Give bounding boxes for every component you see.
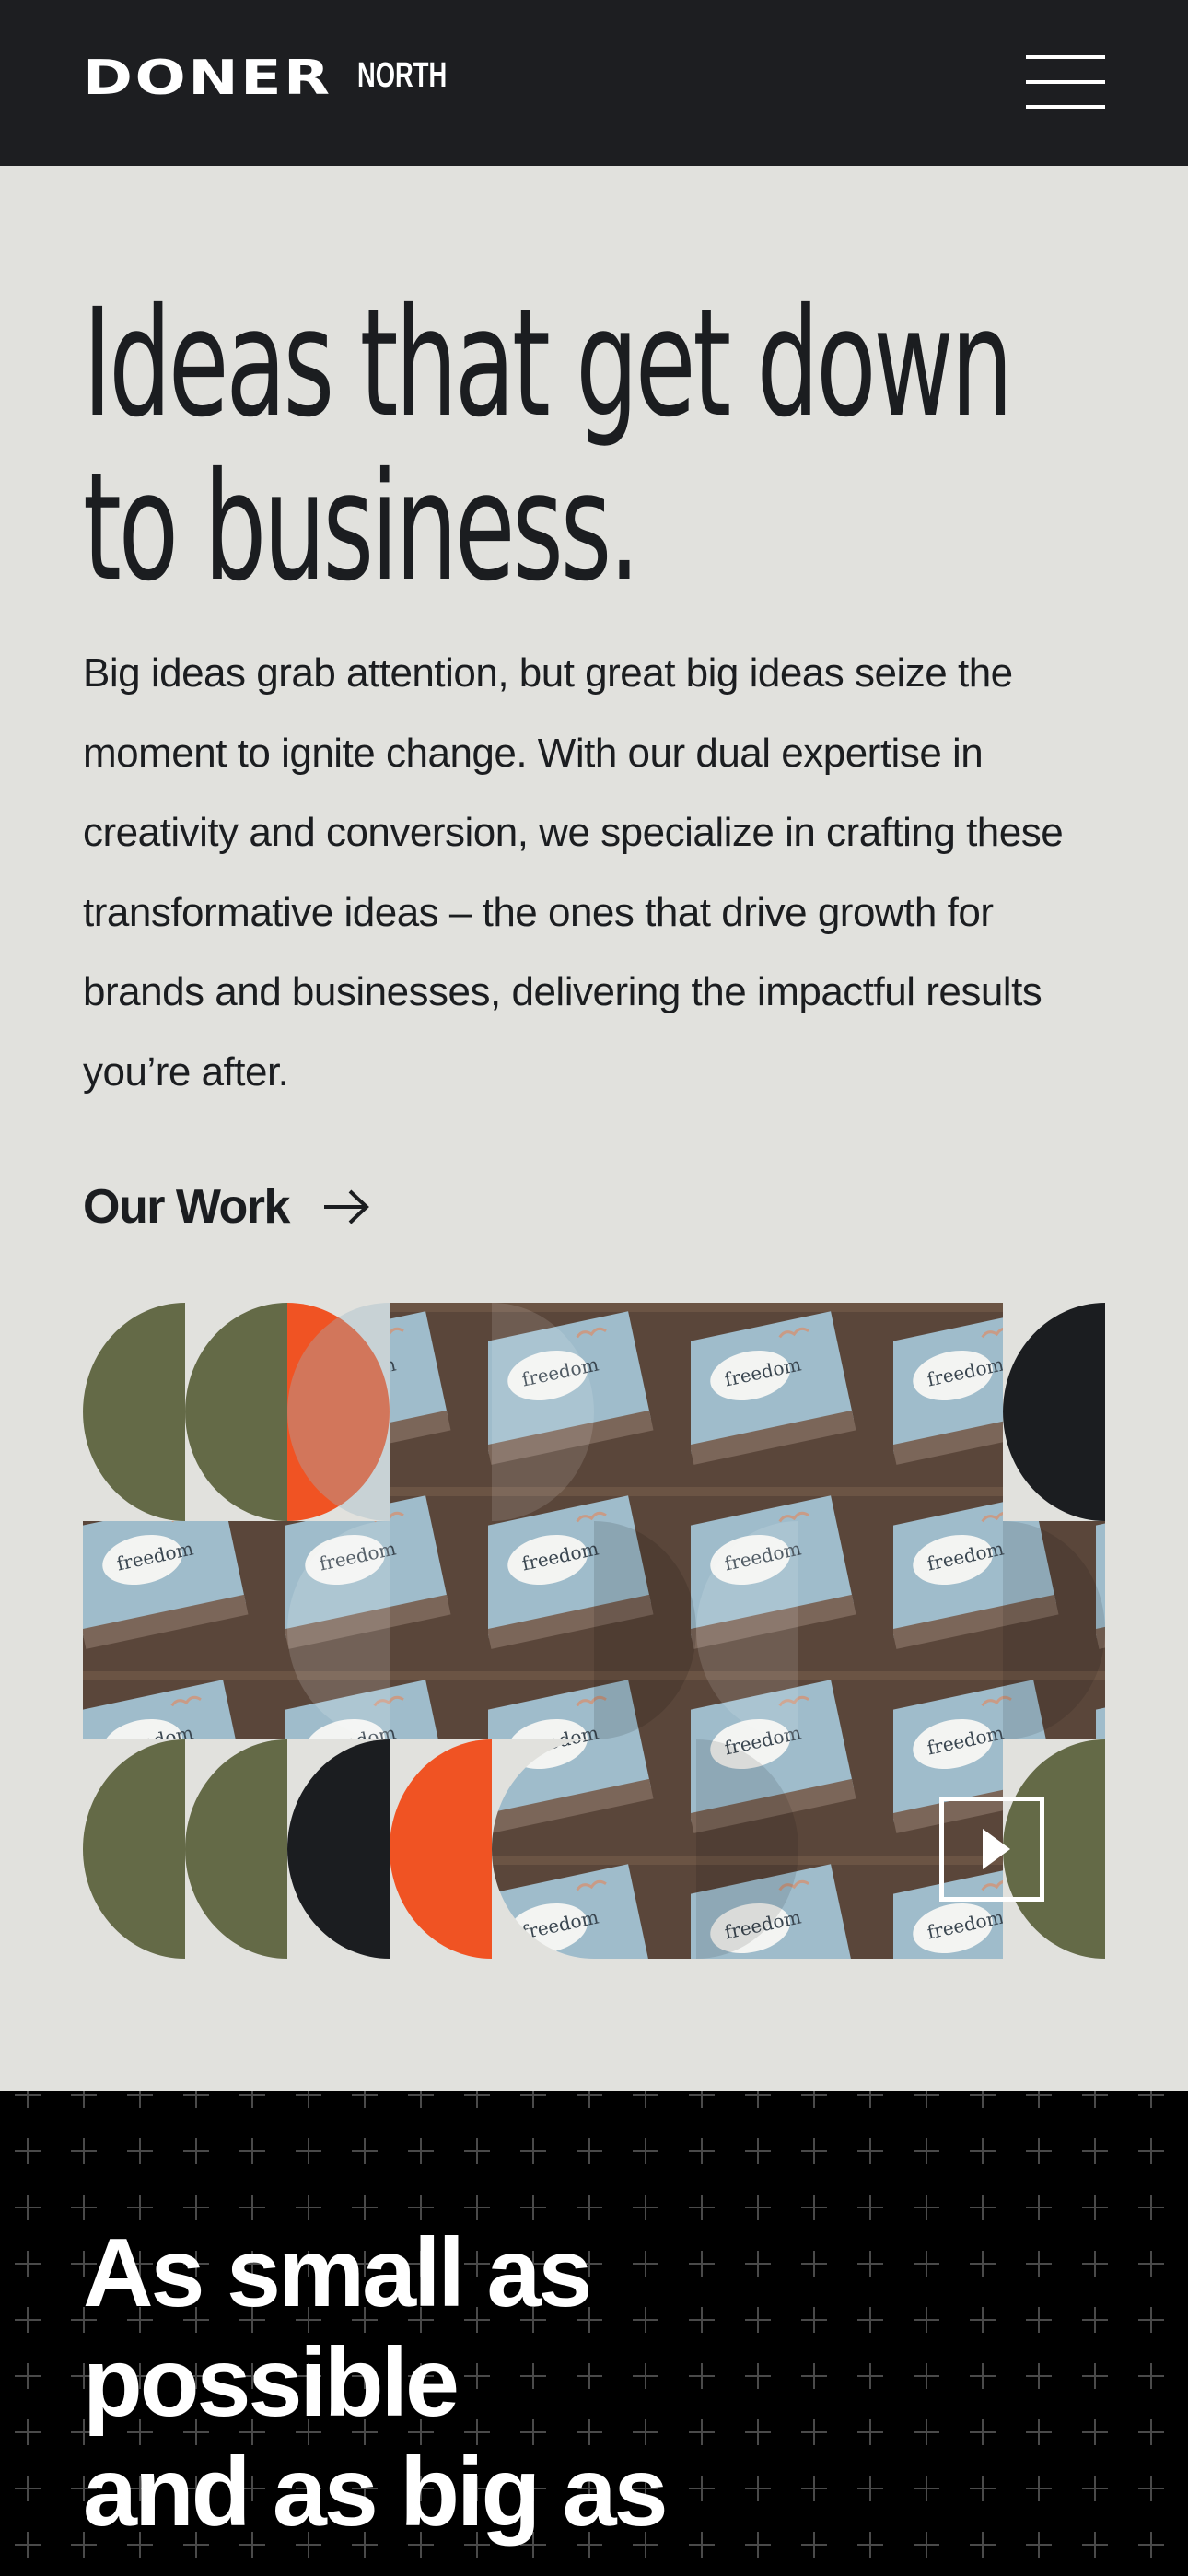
hero-intro: Big ideas grab attention, but great big …: [83, 650, 1064, 1095]
hamburger-menu-icon[interactable]: [1026, 55, 1105, 109]
logo-suffix: NORTH: [357, 56, 448, 95]
work-mosaic[interactable]: freedom: [83, 1303, 1105, 1959]
menu-line: [1026, 55, 1105, 59]
menu-line: [1026, 80, 1105, 84]
hero-headline: Ideas that get down to business.: [83, 282, 1013, 610]
hero-section: Ideas that get down to business. Big ide…: [0, 166, 1188, 2091]
site-header: DONER NORTH: [0, 0, 1188, 166]
play-icon[interactable]: [939, 1797, 1044, 1902]
arrow-right-icon: [322, 1188, 370, 1225]
philosophy-section: As small as possible and as big as: [0, 2091, 1188, 2576]
our-work-link[interactable]: Our Work: [83, 1170, 370, 1244]
menu-line: [1026, 105, 1105, 109]
section-heading: As small as possible and as big as: [83, 2219, 1096, 2547]
heading-line: possible: [83, 2328, 460, 2437]
headline-line: Ideas that get down: [83, 277, 1013, 451]
heading-line: and as big as: [83, 2438, 669, 2547]
site-logo[interactable]: DONER NORTH: [83, 53, 447, 103]
heading-line: As small as: [83, 2219, 592, 2327]
logo-wordmark: DONER: [83, 51, 332, 106]
our-work-label: Our Work: [83, 1180, 290, 1234]
headline-line: to business.: [83, 441, 640, 615]
